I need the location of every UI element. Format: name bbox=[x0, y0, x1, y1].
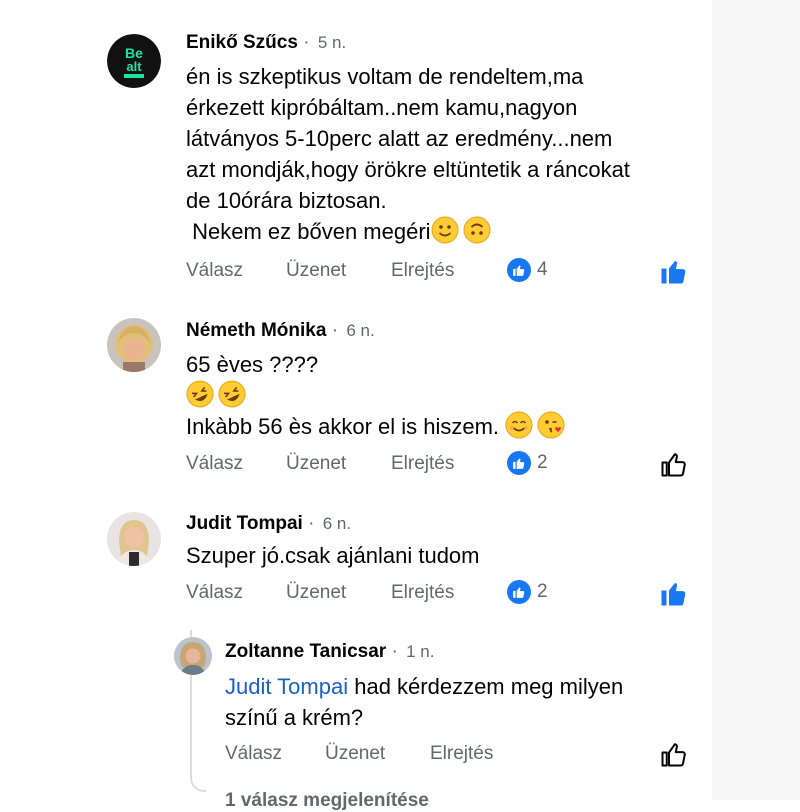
reaction-summary[interactable]: 2 bbox=[507, 580, 548, 604]
comment-text: Szuper jó.csak ajánlani tudom bbox=[186, 540, 480, 571]
reaction-summary[interactable]: 4 bbox=[507, 258, 548, 282]
comment-line: látványos 5-10perc alatt az eredmény...n… bbox=[186, 126, 613, 151]
thumbs-up-outline-icon bbox=[661, 743, 686, 767]
thumbs-up-filled-icon bbox=[661, 583, 686, 606]
author-name[interactable]: Zoltanne Tanicsar bbox=[225, 641, 386, 662]
hide-button[interactable]: Elrejtés bbox=[430, 743, 493, 765]
thumbs-up-filled-icon bbox=[661, 261, 686, 284]
timestamp[interactable]: 6 n. bbox=[323, 514, 351, 533]
reply-button[interactable]: Válasz bbox=[186, 453, 243, 475]
comment-line: azt mondják,hogy örökre eltüntetik a rán… bbox=[186, 157, 630, 182]
thumbs-up-outline-icon bbox=[661, 453, 686, 477]
timestamp[interactable]: 6 n. bbox=[346, 321, 374, 340]
avatar[interactable] bbox=[107, 318, 161, 372]
reaction-count: 2 bbox=[537, 452, 548, 473]
comment-text: én is szkeptikus voltam de rendeltem,ma … bbox=[186, 61, 630, 252]
comment-text: Judit Tompai had kérdezzem meg milyen sz… bbox=[225, 671, 623, 733]
message-button[interactable]: Üzenet bbox=[286, 260, 346, 282]
hide-button[interactable]: Elrejtés bbox=[391, 453, 454, 475]
like-button[interactable] bbox=[659, 449, 689, 479]
like-reaction-icon bbox=[507, 580, 531, 604]
separator-dot: · bbox=[308, 513, 315, 534]
separator-dot: · bbox=[331, 320, 339, 341]
hide-button[interactable]: Elrejtés bbox=[391, 260, 454, 282]
view-more-replies-link[interactable]: 1 válasz megjelenítése bbox=[225, 790, 429, 812]
separator-dot: · bbox=[303, 32, 310, 53]
reply-button[interactable]: Válasz bbox=[186, 260, 243, 282]
comment-line-with-emoji: Nekem ez bőven megéri bbox=[186, 216, 630, 252]
reply-button[interactable]: Válasz bbox=[225, 743, 282, 765]
slightly-smiling-face-icon bbox=[431, 216, 459, 252]
avatar[interactable] bbox=[174, 637, 212, 675]
separator-dot: · bbox=[391, 641, 398, 662]
mention-link[interactable]: Judit Tompai bbox=[225, 674, 348, 699]
avatar[interactable] bbox=[107, 512, 161, 566]
right-margin bbox=[712, 0, 800, 800]
comment-text: 65 èves ???? Inkàbb 56 ès akkor el is hi… bbox=[186, 349, 565, 447]
like-button[interactable] bbox=[659, 739, 689, 769]
comment-line: 65 èves ???? bbox=[186, 352, 319, 377]
kissing-wink-face-icon bbox=[537, 411, 565, 447]
author-name[interactable]: Judit Tompai bbox=[186, 513, 303, 534]
reaction-summary[interactable]: 2 bbox=[507, 451, 548, 475]
message-button[interactable]: Üzenet bbox=[286, 582, 346, 604]
message-button[interactable]: Üzenet bbox=[325, 743, 385, 765]
upside-down-face-icon bbox=[463, 216, 491, 252]
reaction-count: 2 bbox=[537, 581, 548, 602]
comment-line: színű a krém? bbox=[225, 705, 364, 730]
timestamp[interactable]: 5 n. bbox=[318, 33, 346, 52]
like-reaction-icon bbox=[507, 451, 531, 475]
timestamp[interactable]: 1 n. bbox=[406, 642, 434, 661]
emoji-line bbox=[186, 380, 565, 411]
message-button[interactable]: Üzenet bbox=[286, 453, 346, 475]
reply-button[interactable]: Válasz bbox=[186, 582, 243, 604]
reaction-count: 4 bbox=[537, 259, 548, 280]
comment-line: érkezett kipróbáltam..nem kamu,nagyon bbox=[186, 95, 578, 120]
like-button[interactable] bbox=[659, 256, 689, 286]
hide-button[interactable]: Elrejtés bbox=[391, 582, 454, 604]
comment-line: Szuper jó.csak ajánlani tudom bbox=[186, 543, 480, 568]
like-reaction-icon bbox=[507, 258, 531, 282]
smiling-eyes-face-icon bbox=[505, 411, 533, 447]
comment-line: Judit Tompai had kérdezzem meg milyen bbox=[225, 674, 624, 699]
comment-line: de 10órára biztosan. bbox=[186, 188, 387, 213]
like-button[interactable] bbox=[659, 578, 689, 608]
comment-line: én is szkeptikus voltam de rendeltem,ma bbox=[186, 64, 584, 89]
comment-line-with-emoji: Inkàbb 56 ès akkor el is hiszem. bbox=[186, 411, 565, 447]
author-name[interactable]: Németh Mónika bbox=[186, 320, 326, 341]
avatar[interactable]: Be alt bbox=[107, 34, 161, 88]
svg-text:alt: alt bbox=[126, 59, 142, 74]
author-name[interactable]: Enikő Szűcs bbox=[186, 32, 298, 53]
